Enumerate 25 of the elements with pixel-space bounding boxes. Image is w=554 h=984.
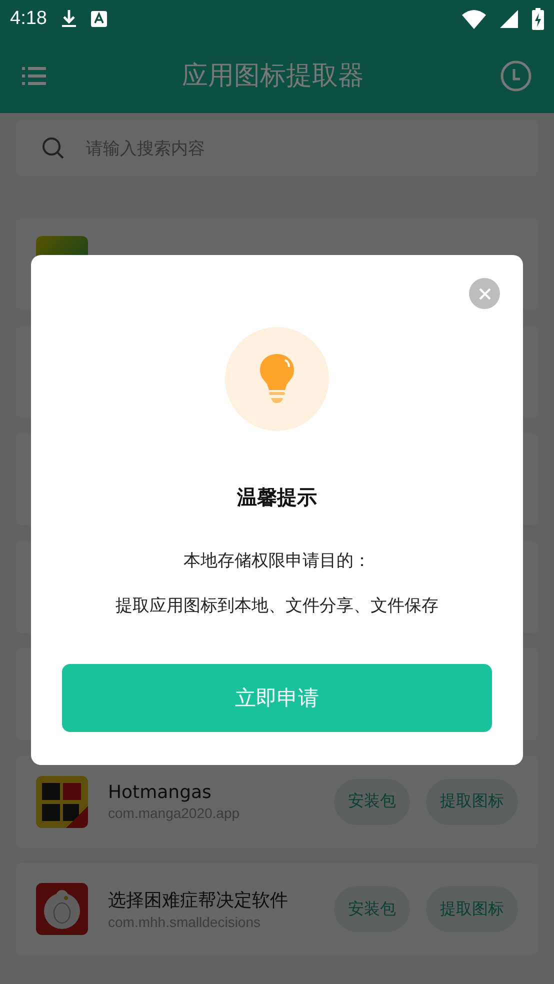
app-name: 选择困难症帮决定软件: [108, 889, 289, 912]
lightbulb-icon: [260, 354, 294, 404]
install-package-button[interactable]: 安装包: [334, 886, 410, 932]
close-icon: [478, 288, 490, 300]
clock-icon[interactable]: [500, 60, 532, 92]
wifi-icon: [462, 10, 486, 28]
signal-icon: [500, 10, 518, 28]
keyboard-icon: [90, 11, 107, 27]
manga-app-icon: [36, 776, 88, 828]
bear-app-icon: [36, 883, 88, 935]
extract-icon-button[interactable]: 提取图标: [426, 778, 518, 824]
apply-button[interactable]: 立即申请: [62, 664, 492, 732]
dialog-title: 温馨提示: [237, 484, 317, 511]
close-button[interactable]: [469, 278, 500, 309]
status-time: 4:18: [10, 8, 47, 30]
battery-icon: [532, 8, 544, 30]
app-name: Hotmangas: [108, 782, 212, 803]
install-package-button[interactable]: 安装包: [334, 778, 410, 824]
extract-icon-button[interactable]: 提取图标: [426, 886, 518, 932]
dialog-text: 本地存储权限申请目的：: [184, 550, 370, 572]
download-icon: [60, 10, 77, 28]
search-icon: [42, 137, 64, 159]
dialog-text: 提取应用图标到本地、文件分享、文件保存: [116, 595, 438, 617]
app-title: 应用图标提取器: [181, 60, 365, 93]
menu-icon[interactable]: [22, 66, 46, 86]
